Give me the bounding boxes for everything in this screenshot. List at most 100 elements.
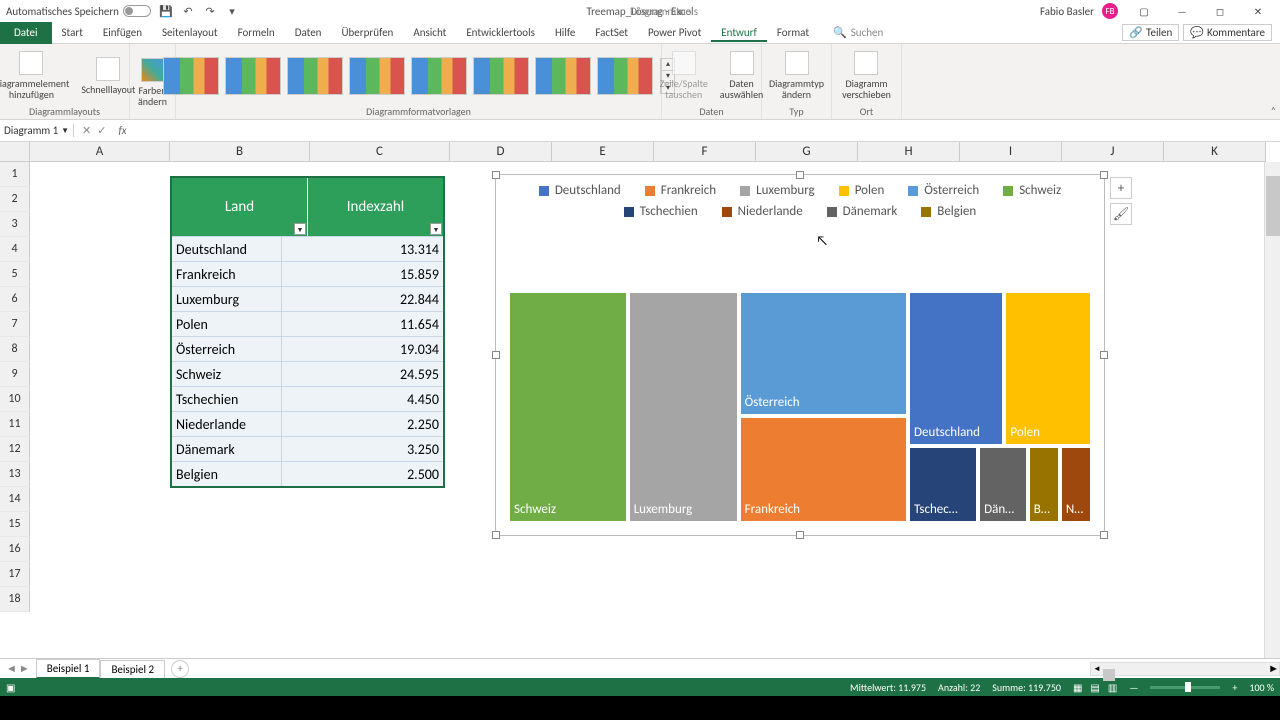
table-row[interactable]: Tschechien4.450 [172, 386, 443, 411]
tab-file[interactable]: Datei [0, 22, 52, 44]
filter-dropdown-icon[interactable]: ▼ [430, 223, 442, 235]
legend-item[interactable]: Tschechien [624, 204, 698, 219]
column-header[interactable]: B [170, 142, 310, 162]
search-label[interactable]: Suchen [847, 26, 884, 39]
treemap-block[interactable]: Dän… [978, 446, 1028, 523]
add-chart-element-button[interactable]: Diagrammelement hinzufügen [0, 49, 73, 102]
legend-item[interactable]: Polen [839, 183, 885, 198]
page-layout-view-icon[interactable]: ▤ [1090, 681, 1099, 694]
legend-item[interactable]: Niederlande [722, 204, 803, 219]
move-chart-button[interactable]: Diagramm verschieben [838, 49, 895, 102]
table-row[interactable]: Österreich19.034 [172, 336, 443, 361]
chart-styles-button[interactable]: 🖌 [1110, 203, 1132, 225]
table-row[interactable]: Polen11.654 [172, 311, 443, 336]
row-header[interactable]: 9 [0, 362, 30, 387]
treemap-chart[interactable]: + 🖌 DeutschlandFrankreichLuxemburgPolenÖ… [495, 174, 1105, 536]
column-header[interactable]: G [756, 142, 858, 162]
fx-icon[interactable]: fx [114, 124, 126, 137]
legend-item[interactable]: Österreich [908, 183, 979, 198]
table-row[interactable]: Frankreich15.859 [172, 261, 443, 286]
treemap-block[interactable]: N… [1060, 446, 1092, 523]
name-box[interactable]: Diagramm 1▼ [0, 124, 74, 137]
row-header[interactable]: 13 [0, 462, 30, 487]
comments-button[interactable]: 💬 Kommentare [1183, 24, 1272, 41]
table-header-index[interactable]: Indexzahl▼ [308, 178, 443, 236]
zoom-out-button[interactable]: — [1129, 681, 1138, 694]
legend-item[interactable]: Frankreich [645, 183, 716, 198]
record-macro-icon[interactable]: ▣ [6, 681, 15, 694]
sheet-tab-1[interactable]: Beispiel 1 [36, 659, 101, 679]
row-header[interactable]: 11 [0, 412, 30, 437]
resize-handle[interactable] [1100, 531, 1108, 539]
row-header[interactable]: 7 [0, 312, 30, 337]
row-header[interactable]: 5 [0, 262, 30, 287]
search-icon[interactable]: 🔍 [819, 26, 847, 39]
tab-power pivot[interactable]: Power Pivot [638, 23, 711, 42]
cancel-formula-icon[interactable]: ✕ [82, 124, 91, 137]
table-row[interactable]: Niederlande2.250 [172, 411, 443, 436]
close-button[interactable]: ✕ [1240, 0, 1276, 22]
tab-überprüfen[interactable]: Überprüfen [331, 23, 403, 42]
legend-item[interactable]: Deutschland [539, 183, 621, 198]
table-header-land[interactable]: Land▼ [172, 178, 308, 236]
column-header[interactable]: E [552, 142, 654, 162]
data-table[interactable]: Land▼ Indexzahl▼ Deutschland13.314Frankr… [170, 176, 445, 488]
chart-styles-gallery[interactable]: ▴▾▾ [162, 46, 675, 105]
zoom-level[interactable]: 100 % [1249, 681, 1274, 694]
legend-item[interactable]: Schweiz [1003, 183, 1061, 198]
column-header[interactable]: D [450, 142, 552, 162]
treemap-block[interactable]: B… [1028, 446, 1060, 523]
treemap-block[interactable]: Frankreich [739, 416, 908, 523]
sheet-tab-2[interactable]: Beispiel 2 [100, 660, 165, 678]
sheet-nav-prev-icon[interactable]: ◄ [6, 662, 17, 675]
normal-view-icon[interactable]: ▦ [1073, 681, 1082, 694]
resize-handle[interactable] [1100, 351, 1108, 359]
legend-item[interactable]: Luxemburg [740, 183, 815, 198]
vertical-scrollbar[interactable] [1264, 162, 1280, 658]
tab-einfügen[interactable]: Einfügen [93, 23, 152, 42]
resize-handle[interactable] [796, 531, 804, 539]
treemap-block[interactable]: Polen [1004, 291, 1092, 446]
collapse-ribbon-icon[interactable]: ˄ [1271, 104, 1276, 117]
chart-legend[interactable]: Deutschland Frankreich Luxemburg Polen Öster… [496, 175, 1104, 223]
tab-hilfe[interactable]: Hilfe [545, 23, 585, 42]
tab-formeln[interactable]: Formeln [228, 23, 285, 42]
ribbon-display-icon[interactable]: ▢ [1126, 0, 1162, 22]
share-button[interactable]: 🔗 Teilen [1122, 24, 1179, 41]
undo-icon[interactable]: ↶ [181, 4, 195, 18]
table-row[interactable]: Dänemark3.250 [172, 436, 443, 461]
column-header[interactable]: I [960, 142, 1062, 162]
sheet-nav-next-icon[interactable]: ► [19, 662, 30, 675]
row-header[interactable]: 10 [0, 387, 30, 412]
column-header[interactable]: J [1062, 142, 1164, 162]
redo-icon[interactable]: ↷ [203, 4, 217, 18]
treemap-block[interactable]: Luxemburg [628, 291, 739, 523]
row-header[interactable]: 4 [0, 237, 30, 262]
table-row[interactable]: Schweiz24.595 [172, 361, 443, 386]
filter-dropdown-icon[interactable]: ▼ [294, 223, 306, 235]
row-header[interactable]: 17 [0, 562, 30, 587]
treemap-plot[interactable]: SchweizLuxemburgÖsterreichFrankreichDeut… [508, 291, 1092, 523]
worksheet[interactable]: ABCDEFGHIJK 123456789101112131415161718 … [0, 142, 1280, 658]
tab-seitenlayout[interactable]: Seitenlayout [152, 23, 228, 42]
enter-formula-icon[interactable]: ✓ [97, 124, 106, 137]
resize-handle[interactable] [1100, 171, 1108, 179]
legend-item[interactable]: Dänemark [827, 204, 898, 219]
row-header[interactable]: 15 [0, 512, 30, 537]
column-header[interactable]: C [310, 142, 450, 162]
resize-handle[interactable] [492, 351, 500, 359]
change-chart-type-button[interactable]: Diagrammtyp ändern [765, 49, 828, 102]
row-header[interactable]: 14 [0, 487, 30, 512]
column-header[interactable]: A [30, 142, 170, 162]
maximize-button[interactable]: ◻ [1202, 0, 1238, 22]
tab-start[interactable]: Start [52, 23, 93, 42]
tab-entwicklertools[interactable]: Entwicklertools [456, 23, 545, 42]
page-break-view-icon[interactable]: ▥ [1108, 681, 1117, 694]
legend-item[interactable]: Belgien [921, 204, 976, 219]
resize-handle[interactable] [492, 171, 500, 179]
row-header[interactable]: 6 [0, 287, 30, 312]
treemap-block[interactable]: Tschec… [908, 446, 978, 523]
row-header[interactable]: 3 [0, 212, 30, 237]
resize-handle[interactable] [796, 171, 804, 179]
row-header[interactable]: 12 [0, 437, 30, 462]
